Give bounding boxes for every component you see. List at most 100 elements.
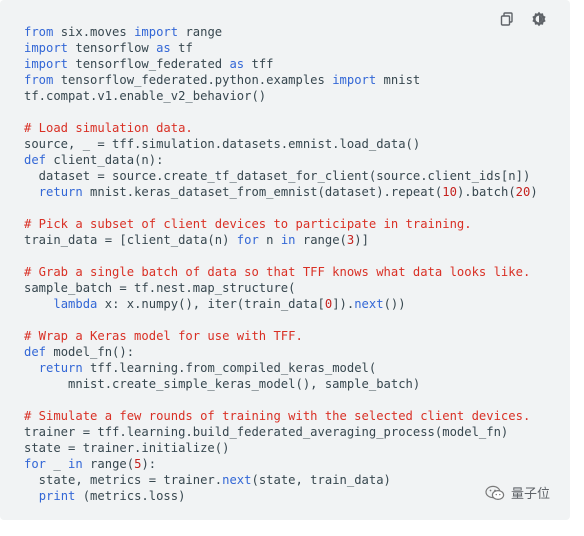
code-text: client_data(n): — [46, 153, 164, 167]
code-text: range( — [82, 457, 135, 471]
code-text: sample_batch = tf.nest.map_structure( — [24, 281, 296, 295]
code-block: from six.moves import range import tensor… — [0, 0, 570, 520]
code-line: return tff.learning.from_compiled_keras_… — [24, 360, 538, 376]
watermark: 量子位 — [485, 483, 550, 502]
code-keyword: import — [134, 25, 179, 39]
code-keyword: import — [332, 73, 377, 87]
code-keyword: return — [38, 361, 83, 375]
code-line: for _ in range(5): — [24, 456, 538, 472]
code-number: 20 — [515, 185, 531, 199]
code-text: range( — [295, 233, 347, 247]
code-line: trainer = tff.learning.build_federated_a… — [24, 424, 538, 440]
code-keyword: in — [280, 233, 296, 247]
code-line: sample_batch = tf.nest.map_structure( — [24, 280, 538, 296]
code-text: ): — [141, 457, 157, 471]
code-text: state, metrics = trainer. — [24, 473, 223, 487]
code-text: n — [258, 233, 281, 247]
code-line: train_data = [client_data(n) for n in ra… — [24, 232, 538, 248]
code-line: state, metrics = trainer.next(state, tra… — [24, 472, 538, 488]
code-line: from tensorflow_federated.python.example… — [24, 72, 538, 88]
code-text: mnist.create_simple_keras_model(), sampl… — [24, 377, 421, 391]
code-text: source, _ = tff.simulation.datasets.emni… — [24, 137, 421, 151]
code-text: tf — [170, 41, 193, 55]
code-keyword: def — [24, 153, 47, 167]
code-text: (metrics.loss) — [75, 489, 186, 503]
code-keyword: from — [24, 25, 54, 39]
code-comment: # Grab a single batch of data so that TF… — [24, 265, 531, 279]
code-keyword: return — [38, 185, 83, 199]
code-text: (state, train_data) — [251, 473, 391, 487]
code-line: return mnist.keras_dataset_from_emnist(d… — [24, 184, 538, 200]
code-text: mnist.keras_dataset_from_emnist(dataset)… — [82, 185, 443, 199]
code-text: tensorflow — [68, 41, 157, 55]
code-line: # Pick a subset of client devices to par… — [24, 216, 538, 232]
code-keyword: import — [24, 57, 69, 71]
code-keyword: def — [24, 345, 47, 359]
code-text: state = trainer.initialize() — [24, 441, 230, 455]
code-line: def client_data(n): — [24, 152, 538, 168]
code-line: # Grab a single batch of data so that TF… — [24, 264, 538, 280]
code-text: model_fn(): — [46, 345, 135, 359]
code-text: six.moves — [53, 25, 135, 39]
code-text: ]). — [332, 297, 355, 311]
code-line: def model_fn(): — [24, 344, 538, 360]
code-line: import tensorflow as tf — [24, 40, 538, 56]
code-line: print (metrics.loss) — [24, 488, 538, 504]
code-content: from six.moves import range import tensor… — [24, 24, 538, 504]
code-keyword: lambda — [53, 297, 98, 311]
code-line: # Simulate a few rounds of training with… — [24, 408, 538, 424]
code-line: # Load simulation data. — [24, 120, 538, 136]
code-line: source, _ = tff.simulation.datasets.emni… — [24, 136, 538, 152]
code-keyword: next — [222, 473, 252, 487]
code-text: range — [178, 25, 223, 39]
code-keyword: import — [24, 41, 69, 55]
code-line: dataset = source.create_tf_dataset_for_c… — [24, 168, 538, 184]
code-number: 10 — [442, 185, 457, 199]
code-text: _ — [46, 457, 69, 471]
code-text: tf.compat.v1.enable_v2_behavior() — [24, 89, 267, 103]
code-text: ) — [530, 185, 538, 199]
code-text: x: x.numpy(), iter(train_data[ — [97, 297, 325, 311]
code-text: mnist — [376, 73, 421, 87]
code-keyword: in — [68, 457, 83, 471]
code-keyword: next — [354, 297, 384, 311]
code-line: mnist.create_simple_keras_model(), sampl… — [24, 376, 538, 392]
code-comment: # Wrap a Keras model for use with TFF. — [24, 329, 303, 343]
code-keyword: for — [236, 233, 259, 247]
wechat-icon — [485, 485, 505, 501]
code-text: ).batch( — [456, 185, 516, 199]
watermark-label: 量子位 — [510, 487, 550, 502]
code-keyword: for — [24, 457, 47, 471]
code-text: dataset = source.create_tf_dataset_for_c… — [24, 169, 531, 183]
code-line: import tensorflow_federated as tff — [24, 56, 538, 72]
code-text: )] — [354, 233, 369, 247]
code-line: from six.moves import range — [24, 24, 538, 40]
code-keyword: as — [229, 57, 245, 71]
code-keyword: from — [24, 73, 54, 87]
code-text: tensorflow_federated — [68, 57, 230, 71]
code-line: state = trainer.initialize() — [24, 440, 538, 456]
code-line: tf.compat.v1.enable_v2_behavior() — [24, 88, 538, 104]
code-text: tensorflow_federated.python.examples — [53, 73, 333, 87]
code-text: tff.learning.from_compiled_keras_model( — [82, 361, 377, 375]
code-line: # Wrap a Keras model for use with TFF. — [24, 328, 538, 344]
code-keyword: as — [156, 41, 171, 55]
code-text: train_data = [client_data(n) — [24, 233, 237, 247]
code-comment: # Pick a subset of client devices to par… — [24, 217, 472, 231]
code-text: ()) — [383, 297, 406, 311]
code-comment: # Load simulation data. — [24, 121, 193, 135]
code-keyword: print — [38, 489, 76, 503]
code-text: trainer = tff.learning.build_federated_a… — [24, 425, 509, 439]
code-text: tff — [244, 57, 274, 71]
code-line: lambda x: x.numpy(), iter(train_data[0])… — [24, 296, 538, 312]
code-comment: # Simulate a few rounds of training with… — [24, 409, 531, 423]
